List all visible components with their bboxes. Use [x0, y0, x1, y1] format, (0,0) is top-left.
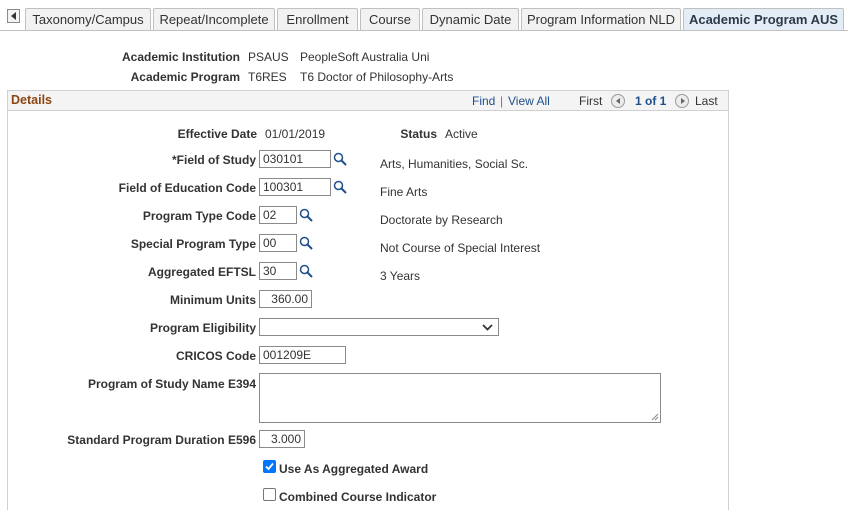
field-of-study-desc: Arts, Humanities, Social Sc.	[380, 157, 529, 171]
find-link[interactable]: Find	[472, 94, 495, 108]
eftsl-desc: 3 Years	[380, 269, 421, 283]
cricos-label: CRICOS Code	[175, 349, 256, 363]
program-code: T6RES	[248, 70, 287, 84]
eftsl-input[interactable]: 30	[259, 262, 297, 280]
effective-date-label: Effective Date	[177, 127, 257, 141]
status-value: Active	[445, 127, 478, 141]
field-of-education-input[interactable]: 100301	[259, 178, 331, 196]
eligibility-select[interactable]	[259, 318, 499, 336]
special-program-input[interactable]: 00	[259, 234, 297, 252]
duration-label: Standard Program Duration E596	[67, 433, 256, 447]
tab-program-information-nld[interactable]: Program Information NLD	[521, 8, 681, 31]
tab-enrollment[interactable]: Enrollment	[277, 8, 358, 31]
tab-dynamic-date[interactable]: Dynamic Date	[422, 8, 519, 31]
eftsl-search-icon[interactable]	[299, 264, 313, 278]
previous-row-button[interactable]	[611, 94, 625, 108]
field-of-education-search-icon[interactable]	[333, 180, 347, 194]
min-units-input[interactable]: 360.00	[259, 290, 312, 308]
tab-scroll-left-button[interactable]	[7, 9, 20, 23]
view-all-link[interactable]: View All	[508, 94, 550, 108]
next-row-button[interactable]	[675, 94, 689, 108]
checkmark-icon	[265, 462, 274, 471]
tab-course[interactable]: Course	[360, 8, 420, 31]
tab-academic-program-aus[interactable]: Academic Program AUS	[683, 8, 844, 31]
program-type-input[interactable]: 02	[259, 206, 297, 224]
last-label: Last	[695, 94, 718, 108]
aggregated-award-checkbox[interactable]	[263, 460, 276, 473]
cricos-input[interactable]: 001209E	[259, 346, 346, 364]
resize-handle-icon[interactable]	[651, 413, 659, 421]
program-type-desc: Doctorate by Research	[380, 213, 503, 227]
field-of-study-search-icon[interactable]	[333, 152, 347, 166]
institution-name: PeopleSoft Australia Uni	[300, 50, 430, 64]
caret-left-icon	[11, 12, 16, 20]
program-type-label: Program Type Code	[142, 209, 256, 223]
effective-date-value: 01/01/2019	[265, 127, 326, 141]
combined-course-label: Combined Course Indicator	[279, 490, 437, 504]
duration-input[interactable]: 3.000	[259, 430, 305, 448]
tab-baseline	[0, 30, 848, 31]
special-program-desc: Not Course of Special Interest	[380, 241, 541, 255]
tab-taxonomy-campus[interactable]: Taxonomy/Campus	[25, 8, 151, 31]
row-count: 1 of 1	[635, 94, 667, 108]
tab-repeat-incomplete[interactable]: Repeat/Incomplete	[153, 8, 275, 31]
field-of-education-label: Field of Education Code	[118, 181, 256, 195]
special-program-label: Special Program Type	[130, 237, 256, 251]
details-panel	[7, 110, 729, 510]
field-of-study-input[interactable]: 030101	[259, 150, 331, 168]
details-header: Details Find | View All First 1 of 1 Las…	[7, 90, 729, 110]
eligibility-label: Program Eligibility	[149, 321, 256, 335]
program-name: T6 Doctor of Philosophy-Arts	[300, 70, 454, 84]
program-label: Academic Program	[130, 70, 240, 84]
institution-label: Academic Institution	[121, 50, 240, 64]
chevron-down-icon	[482, 324, 493, 331]
min-units-label: Minimum Units	[170, 293, 256, 307]
study-name-label: Program of Study Name E394	[87, 377, 256, 391]
status-label: Status	[400, 127, 437, 141]
program-type-search-icon[interactable]	[299, 208, 313, 222]
eftsl-label: Aggregated EFTSL	[147, 265, 256, 279]
nav-separator: |	[500, 94, 504, 108]
field-of-education-desc: Fine Arts	[380, 185, 428, 199]
field-of-study-label: *Field of Study	[172, 153, 256, 167]
arrow-left-icon	[615, 98, 620, 104]
aggregated-award-label: Use As Aggregated Award	[279, 462, 429, 476]
details-title: Details	[11, 93, 52, 107]
combined-course-checkbox[interactable]	[263, 488, 276, 501]
first-label: First	[579, 94, 603, 108]
institution-code: PSAUS	[248, 50, 289, 64]
arrow-right-icon	[680, 98, 685, 104]
study-name-textarea[interactable]	[259, 373, 661, 423]
special-program-search-icon[interactable]	[299, 236, 313, 250]
tab-bar: Taxonomy/Campus Repeat/Incomplete Enroll…	[0, 8, 848, 31]
